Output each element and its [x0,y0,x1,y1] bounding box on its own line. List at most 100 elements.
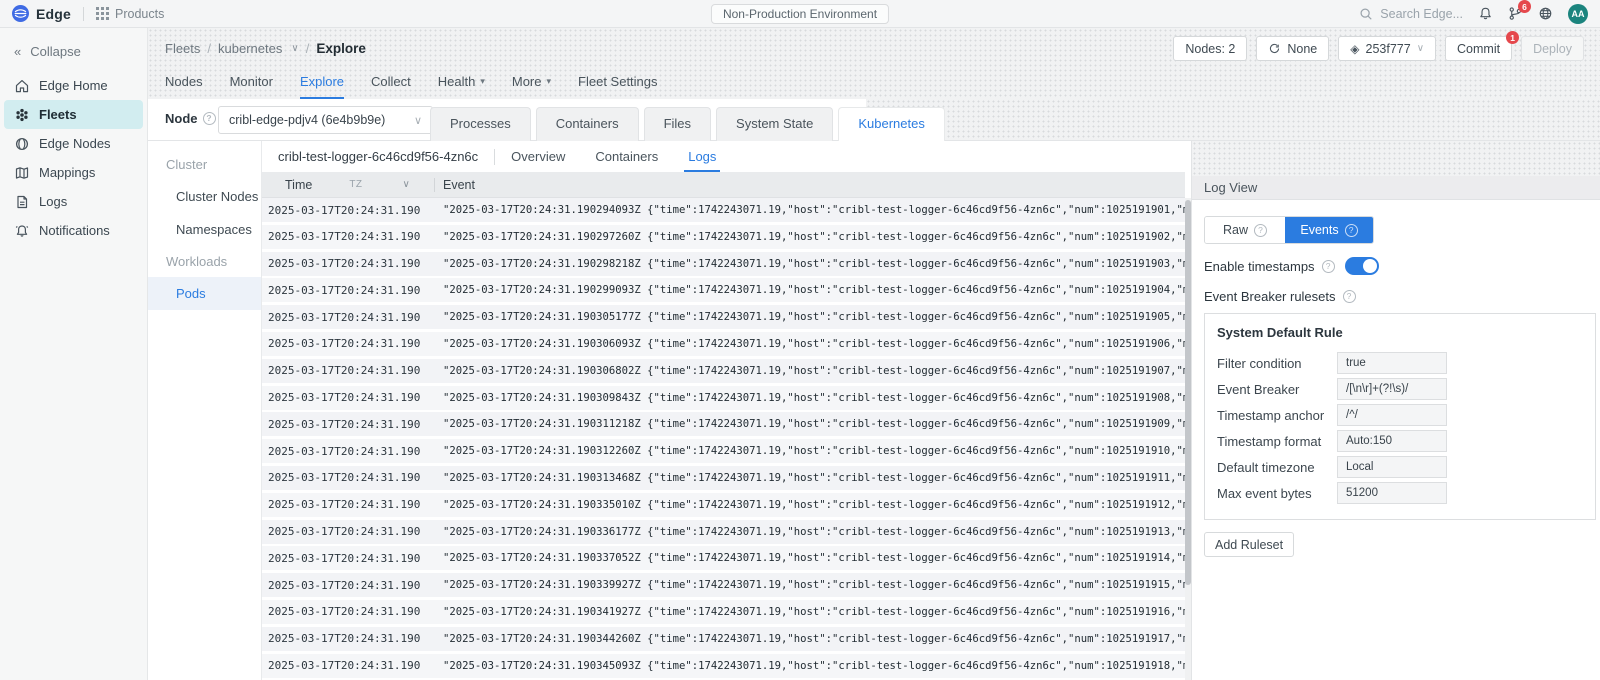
fleet-tab[interactable]: Monitor ▾ [230,74,273,99]
pod-tab[interactable]: Containers [595,141,658,172]
pod-name[interactable]: cribl-test-logger-6c46cd9f56-4zn6c [278,149,478,164]
breadcrumb-fleet-select[interactable]: kubernetes [218,41,282,56]
sidebar-item-label: Notifications [39,223,110,238]
table-row[interactable]: 2025-03-17T20:24:31.190 "2025-03-17T20:2… [262,439,1185,463]
explore-tab[interactable]: Kubernetes [838,107,945,141]
table-row[interactable]: 2025-03-17T20:24:31.190 "2025-03-17T20:2… [262,332,1185,356]
row-event: "2025-03-17T20:24:31.190305177Z {"time":… [434,311,1185,323]
row-event: "2025-03-17T20:24:31.190311218Z {"time":… [434,418,1185,430]
notifications-button[interactable] [1478,6,1493,21]
node-select[interactable]: cribl-edge-pdjv4 (6e4b9b9e) ∨ [218,106,433,134]
rule-field-value[interactable]: Local [1337,456,1447,478]
sidebar-item[interactable]: Mappings [4,158,143,187]
products-menu[interactable]: Products [96,7,164,21]
row-event: "2025-03-17T20:24:31.190306093Z {"time":… [434,338,1185,350]
pod-tab[interactable]: Logs [688,141,716,172]
fleet-tab[interactable]: Collect ▾ [371,74,411,99]
fleet-tab-label: More [512,74,542,89]
sidebar-item[interactable]: Notifications [4,216,143,245]
row-event: "2025-03-17T20:24:31.190344260Z {"time":… [434,633,1185,645]
fleet-tab[interactable]: Fleet Settings ▾ [578,74,658,99]
sidebar-item-label: Logs [39,194,67,209]
sidebar-item-label: Mappings [39,165,95,180]
table-row[interactable]: 2025-03-17T20:24:31.190 "2025-03-17T20:2… [262,225,1185,249]
sidebar-item[interactable]: Edge Home [4,71,143,100]
table-row[interactable]: 2025-03-17T20:24:31.190 "2025-03-17T20:2… [262,627,1185,651]
fleet-tab-label: Collect [371,74,411,89]
row-time: 2025-03-17T20:24:31.190 [262,471,434,484]
explore-tab[interactable]: System State [716,107,833,141]
deploy-button[interactable]: Deploy [1521,36,1584,61]
table-row[interactable]: 2025-03-17T20:24:31.190 "2025-03-17T20:2… [262,305,1185,329]
rule-field-row: Event Breaker /[\n\r]+(?!\s)/ [1217,376,1583,402]
commit-icon: ◈ [1350,42,1359,56]
sidebar-item[interactable]: Logs [4,187,143,216]
workloads-items: Pods [148,277,261,310]
git-branch-button[interactable]: 6 [1508,6,1523,21]
table-row[interactable]: 2025-03-17T20:24:31.190 "2025-03-17T20:2… [262,520,1185,544]
globe-button[interactable] [1538,6,1553,21]
sidebar-item[interactable]: Fleets [4,100,143,129]
rule-field-value[interactable]: /[\n\r]+(?!\s)/ [1337,378,1447,400]
fleet-tab[interactable]: Health ▾ [438,74,485,99]
group-none-button[interactable]: None [1256,36,1329,61]
collapse-icon: « [14,44,21,59]
table-row[interactable]: 2025-03-17T20:24:31.190 "2025-03-17T20:2… [262,198,1185,222]
raw-events-segmented-control: Raw Events [1204,216,1374,244]
table-row[interactable]: 2025-03-17T20:24:31.190 "2025-03-17T20:2… [262,573,1185,597]
fleet-tab-label: Explore [300,74,344,89]
table-row[interactable]: 2025-03-17T20:24:31.190 "2025-03-17T20:2… [262,466,1185,490]
add-ruleset-button[interactable]: Add Ruleset [1204,532,1294,557]
explore-tab[interactable]: Containers [536,107,639,141]
breadcrumb-fleets[interactable]: Fleets [165,41,200,56]
rule-field-row: Filter condition true [1217,350,1583,376]
subnav-item[interactable]: Namespaces [148,213,261,246]
row-time: 2025-03-17T20:24:31.190 [262,204,434,217]
log-rows: 2025-03-17T20:24:31.190 "2025-03-17T20:2… [262,198,1185,680]
grid-icon [96,7,109,20]
commit-badge: 1 [1506,31,1519,44]
table-row[interactable]: 2025-03-17T20:24:31.190 "2025-03-17T20:2… [262,493,1185,517]
search-icon [1359,7,1373,21]
search-input[interactable]: Search Edge... [1359,7,1463,21]
explore-tab[interactable]: Files [644,107,711,141]
subnav-item[interactable]: Pods [148,277,261,310]
explore-tab[interactable]: Processes [430,107,531,141]
fleet-tab[interactable]: Explore ▾ [300,74,344,99]
nodes-count-button[interactable]: Nodes: 2 [1173,36,1247,61]
table-row[interactable]: 2025-03-17T20:24:31.190 "2025-03-17T20:2… [262,359,1185,383]
enable-timestamps-toggle[interactable] [1345,257,1379,275]
commit-button[interactable]: Commit 1 [1445,36,1512,61]
enable-timestamps-row: Enable timestamps [1204,257,1596,275]
rule-field-value[interactable]: Auto:150 [1337,430,1447,452]
table-row[interactable]: 2025-03-17T20:24:31.190 "2025-03-17T20:2… [262,654,1185,678]
fleet-tab[interactable]: More ▾ [512,74,551,99]
sidebar-item[interactable]: Edge Nodes [4,129,143,158]
node-label: Node [165,111,216,126]
node-select-value: cribl-edge-pdjv4 (6e4b9b9e) [229,113,385,127]
table-row[interactable]: 2025-03-17T20:24:31.190 "2025-03-17T20:2… [262,386,1185,410]
fleet-tab[interactable]: Nodes ▾ [165,74,203,99]
events-button[interactable]: Events [1285,217,1373,243]
row-time: 2025-03-17T20:24:31.190 [262,632,434,645]
time-column-header[interactable]: Time [285,178,312,192]
table-row[interactable]: 2025-03-17T20:24:31.190 "2025-03-17T20:2… [262,412,1185,436]
table-row[interactable]: 2025-03-17T20:24:31.190 "2025-03-17T20:2… [262,252,1185,276]
subnav-item[interactable]: Cluster Nodes [148,180,261,213]
sidebar-collapse-button[interactable]: « Collapse [0,38,147,71]
chevron-down-icon[interactable]: ∨ [403,179,410,190]
raw-button[interactable]: Raw [1205,217,1285,243]
timezone-toggle[interactable]: TZ [349,179,362,190]
table-row[interactable]: 2025-03-17T20:24:31.190 "2025-03-17T20:2… [262,546,1185,570]
pod-tab[interactable]: Overview [511,141,565,172]
background-texture [866,99,1600,140]
rule-field-value[interactable]: 51200 [1337,482,1447,504]
rule-field-value[interactable]: true [1337,352,1447,374]
user-avatar[interactable]: AA [1568,4,1588,24]
restore-icon [1268,42,1281,55]
table-row[interactable]: 2025-03-17T20:24:31.190 "2025-03-17T20:2… [262,600,1185,624]
rule-field-value[interactable]: /^/ [1337,404,1447,426]
rule-field-row: Timestamp format Auto:150 [1217,428,1583,454]
commit-version-button[interactable]: ◈ 253f777 ∨ [1338,36,1436,61]
table-row[interactable]: 2025-03-17T20:24:31.190 "2025-03-17T20:2… [262,278,1185,302]
